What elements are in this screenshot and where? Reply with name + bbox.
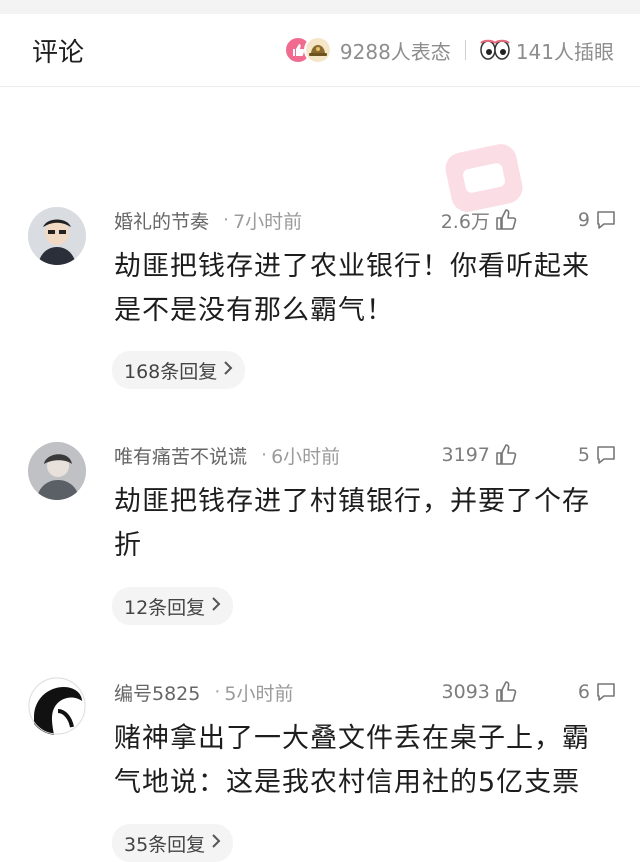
timestamp: 7小时前 bbox=[233, 210, 303, 233]
reply-count: 5 bbox=[577, 444, 590, 466]
like-count: 3093 bbox=[441, 681, 490, 703]
separator-dot: · bbox=[223, 209, 230, 231]
timestamp: 6小时前 bbox=[271, 445, 341, 468]
lookers-summary[interactable]: 141人插眼 bbox=[480, 36, 614, 65]
comment-meta: 婚礼的节奏 · 7小时前 2.6万 9 bbox=[114, 207, 618, 233]
chevron-right-icon bbox=[211, 595, 221, 617]
reactions-count: 9288人表态 bbox=[339, 39, 451, 64]
comment-text: 赌神拿出了一大叠文件丢在桌子上，霸 气地说：这是我农村信用社的5亿支票 bbox=[114, 717, 610, 805]
like-button[interactable]: 3197 bbox=[442, 443, 518, 467]
username[interactable]: 唯有痛苦不说谎 bbox=[114, 442, 247, 469]
separator-dot: · bbox=[214, 681, 221, 703]
reaction-icons bbox=[283, 36, 332, 64]
comment-meta: 编号5825 · 5小时前 3093 6 bbox=[114, 679, 618, 705]
comment-bubble-icon bbox=[597, 683, 615, 701]
reply-count: 9 bbox=[577, 209, 590, 231]
header-divider bbox=[464, 40, 466, 60]
reply-comment-button[interactable]: 5 bbox=[578, 443, 618, 467]
eyes-icon bbox=[480, 39, 510, 61]
thumbs-up-icon bbox=[496, 444, 517, 465]
page-title: 评论 bbox=[32, 37, 85, 68]
comment-text-line: 是不是没有那么霸气！ bbox=[114, 295, 394, 326]
like-count: 3197 bbox=[441, 444, 490, 466]
reply-count: 6 bbox=[577, 681, 590, 703]
comment-text-line: 劫匪把钱存进了村镇银行，并要了个存 bbox=[114, 486, 590, 517]
separator-dot: · bbox=[261, 444, 268, 466]
comment-meta: 唯有痛苦不说谎 · 6小时前 3197 5 bbox=[114, 442, 618, 468]
avatar[interactable] bbox=[28, 442, 86, 500]
comment-text-line: 气地说：这是我农村信用社的5亿支票 bbox=[114, 767, 581, 798]
comment-text-line: 赌神拿出了一大叠文件丢在桌子上，霸 bbox=[114, 723, 590, 754]
chevron-right-icon bbox=[211, 832, 221, 854]
chevron-right-icon bbox=[223, 359, 233, 381]
avatar[interactable] bbox=[28, 677, 86, 735]
helmet-icon bbox=[303, 36, 332, 64]
thumbs-up-icon bbox=[496, 681, 517, 702]
comment-bubble-icon bbox=[597, 211, 615, 229]
reactions-summary[interactable]: 9288人表态 bbox=[283, 36, 451, 65]
view-replies-button[interactable]: 12条回复 bbox=[112, 587, 234, 625]
comments-header: 评论 9288人表态 141人插眼 bbox=[0, 14, 640, 87]
view-replies-button[interactable]: 168条回复 bbox=[112, 351, 246, 389]
like-button[interactable]: 2.6万 bbox=[441, 207, 518, 234]
view-replies-button[interactable]: 35条回复 bbox=[112, 824, 234, 862]
like-button[interactable]: 3093 bbox=[442, 680, 518, 704]
username[interactable]: 婚礼的节奏 bbox=[114, 207, 209, 234]
comment-bubble-icon bbox=[597, 446, 615, 464]
top-strip bbox=[0, 0, 640, 14]
timestamp: 5小时前 bbox=[224, 682, 294, 705]
comment-text-line: 劫匪把钱存进了农业银行！你看听起来 bbox=[114, 251, 590, 282]
like-count: 2.6万 bbox=[440, 210, 490, 233]
reply-comment-button[interactable]: 6 bbox=[578, 680, 618, 704]
comment-text: 劫匪把钱存进了村镇银行，并要了个存 折 bbox=[114, 480, 610, 568]
comment-text-line: 折 bbox=[114, 530, 142, 561]
replies-label: 168条回复 bbox=[124, 360, 218, 383]
avatar[interactable] bbox=[28, 207, 86, 265]
thumbs-up-icon bbox=[496, 209, 517, 230]
replies-label: 35条回复 bbox=[124, 833, 206, 856]
reply-comment-button[interactable]: 9 bbox=[578, 208, 618, 232]
lookers-count: 141人插眼 bbox=[515, 39, 614, 64]
replies-label: 12条回复 bbox=[124, 596, 206, 619]
comment-text: 劫匪把钱存进了农业银行！你看听起来 是不是没有那么霸气！ bbox=[114, 245, 610, 333]
username[interactable]: 编号5825 bbox=[114, 679, 200, 706]
